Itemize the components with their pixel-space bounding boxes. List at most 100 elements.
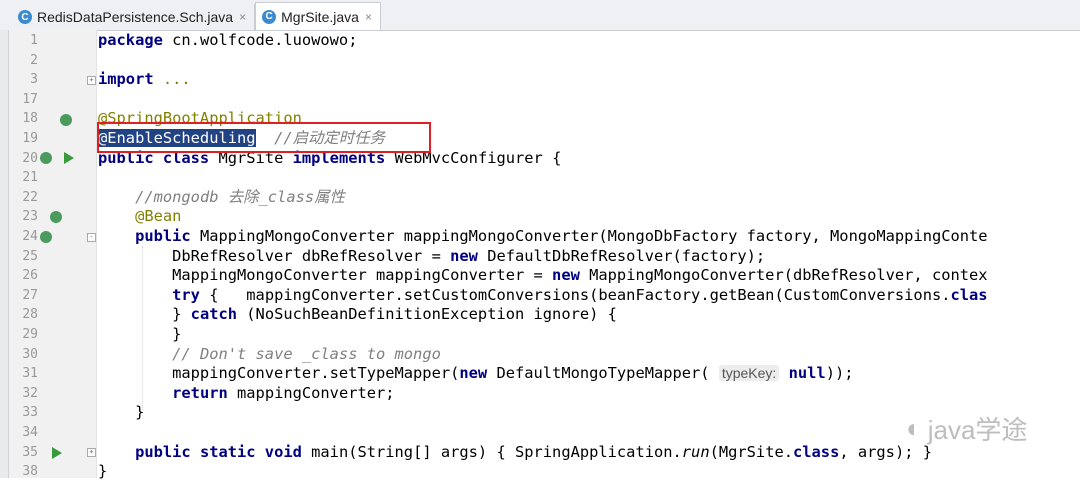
code-token: public [135, 227, 191, 245]
run-icon[interactable] [52, 447, 62, 459]
line-number: 38 [22, 464, 38, 480]
tab-label: RedisDataPersistence.Sch.java [37, 9, 234, 25]
code-text: DbRefResolver dbRefResolver = new Defaul… [98, 247, 765, 267]
code-line[interactable]: 21 [0, 168, 1080, 188]
run-icon[interactable] [64, 152, 74, 164]
code-line[interactable]: 22 //mongodb 去除_class属性 [0, 188, 1080, 208]
code-token: DbRefResolver dbRefResolver = [98, 246, 451, 265]
code-token: run [681, 442, 710, 461]
code-line[interactable]: 25 DbRefResolver dbRefResolver = new Def… [0, 247, 1080, 267]
code-text: //mongodb 去除_class属性 [98, 188, 345, 208]
watermark: ◐ java学途 [906, 410, 1027, 447]
code-token: package [98, 31, 163, 49]
line-number: 27 [22, 287, 38, 303]
code-text: mappingConverter.setTypeMapper(new Defau… [98, 364, 854, 384]
fold-marker-icon[interactable]: - [87, 233, 96, 242]
code-text: import ... [98, 70, 191, 90]
line-number: 22 [22, 189, 38, 205]
code-line[interactable]: 26 MappingMongoConverter mappingConverte… [0, 266, 1080, 286]
code-text: public static void main(String[] args) {… [98, 443, 932, 463]
spring-bean-icon[interactable] [60, 114, 72, 126]
wechat-icon: ◐ [906, 413, 922, 443]
code-token: } [98, 403, 145, 422]
code-line[interactable]: 31 mappingConverter.setTypeMapper(new De… [0, 364, 1080, 384]
java-class-icon: C [18, 10, 32, 24]
code-token: { mappingConverter.setCustomConversions(… [199, 285, 951, 304]
line-number: 23 [22, 209, 38, 225]
code-text: // Don't save _class to mongo [98, 345, 441, 365]
code-text: @Bean [98, 207, 181, 227]
line-number: 26 [22, 268, 38, 284]
code-line[interactable]: 27 try { mappingConverter.setCustomConve… [0, 286, 1080, 306]
code-line[interactable]: 17 [0, 90, 1080, 110]
line-number: 34 [22, 425, 38, 440]
code-token: (NoSuchBeanDefinitionException ignore) { [237, 305, 617, 324]
code-text: } [98, 462, 107, 482]
code-token: @Bean [135, 207, 182, 226]
code-text: } catch (NoSuchBeanDefinitionException i… [98, 305, 617, 325]
line-number: 18 [22, 111, 38, 127]
line-number: 21 [22, 170, 38, 186]
code-token: MappingMongoConverter(dbRefResolver, con… [579, 266, 988, 285]
code-token: mappingConverter.setTypeMapper( [98, 364, 460, 383]
code-line[interactable]: 3 import ... [0, 70, 1080, 90]
code-token: new [552, 266, 580, 285]
line-number: 17 [22, 91, 38, 107]
line-number: 19 [22, 131, 38, 146]
code-text: } [98, 403, 144, 423]
code-token: DefaultMongoTypeMapper( [487, 364, 719, 383]
code-token: // Don't save _class to mongo [172, 344, 441, 363]
fold-marker-icon[interactable]: + [87, 76, 96, 85]
code-line[interactable]: 24 public MappingMongoConverter mappingM… [0, 227, 1080, 247]
line-number: 35 [22, 444, 38, 460]
code-token: public static void [135, 442, 302, 461]
code-token: return [172, 383, 228, 402]
code-token: //mongodb 去除_class属性 [135, 187, 345, 206]
tab-mgrsite[interactable]: C MgrSite.java × [255, 2, 381, 30]
line-number: 20 [22, 150, 38, 166]
close-icon[interactable]: × [365, 10, 372, 24]
spring-bean-icon[interactable] [50, 211, 62, 223]
code-token: mappingConverter; [227, 383, 395, 402]
spring-bean-icon[interactable] [40, 152, 52, 164]
code-token: clas [950, 285, 988, 304]
spring-bean-icon[interactable] [40, 231, 52, 243]
code-token: )); [825, 364, 854, 383]
line-number: 30 [22, 346, 38, 362]
code-token: import [98, 70, 154, 89]
tab-redis-data-persistence[interactable]: C RedisDataPersistence.Sch.java × [12, 4, 256, 30]
line-number: 3 [30, 72, 38, 88]
code-text: try { mappingConverter.setCustomConversi… [98, 285, 988, 306]
close-icon[interactable]: × [239, 10, 246, 24]
indent-guide [142, 246, 143, 410]
code-line[interactable]: 23 @Bean [0, 207, 1080, 227]
line-number: 29 [22, 327, 38, 342]
code-token: } [98, 462, 108, 481]
code-token: class [793, 442, 840, 461]
code-token: DefaultDbRefResolver(factory); [477, 246, 766, 265]
code-line[interactable]: 32 return mappingConverter; [0, 384, 1080, 404]
code-token: MappingMongoConverter mappingConverter = [98, 266, 553, 285]
line-number: 32 [22, 385, 38, 401]
code-line[interactable]: 29 } [0, 325, 1080, 345]
code-line[interactable]: 28 } catch (NoSuchBeanDefinitionExceptio… [0, 305, 1080, 325]
code-line[interactable]: 2 [0, 51, 1080, 71]
code-token: } [98, 325, 182, 343]
editor-tab-bar: C RedisDataPersistence.Sch.java × C MgrS… [0, 0, 1080, 31]
line-number: 1 [30, 33, 38, 48]
fold-marker-icon[interactable]: + [87, 448, 96, 457]
code-line[interactable]: 30 // Don't save _class to mongo [0, 345, 1080, 365]
code-token: typeKey: [718, 365, 780, 382]
code-line[interactable]: 1 package cn.wolfcode.luowowo; [0, 31, 1080, 51]
code-token: cn.wolfcode.luowowo; [162, 31, 358, 49]
line-number: 24 [22, 229, 38, 244]
code-token: catch [190, 305, 238, 324]
watermark-text: java学途 [927, 415, 1028, 445]
code-line[interactable]: 38} [0, 462, 1080, 482]
